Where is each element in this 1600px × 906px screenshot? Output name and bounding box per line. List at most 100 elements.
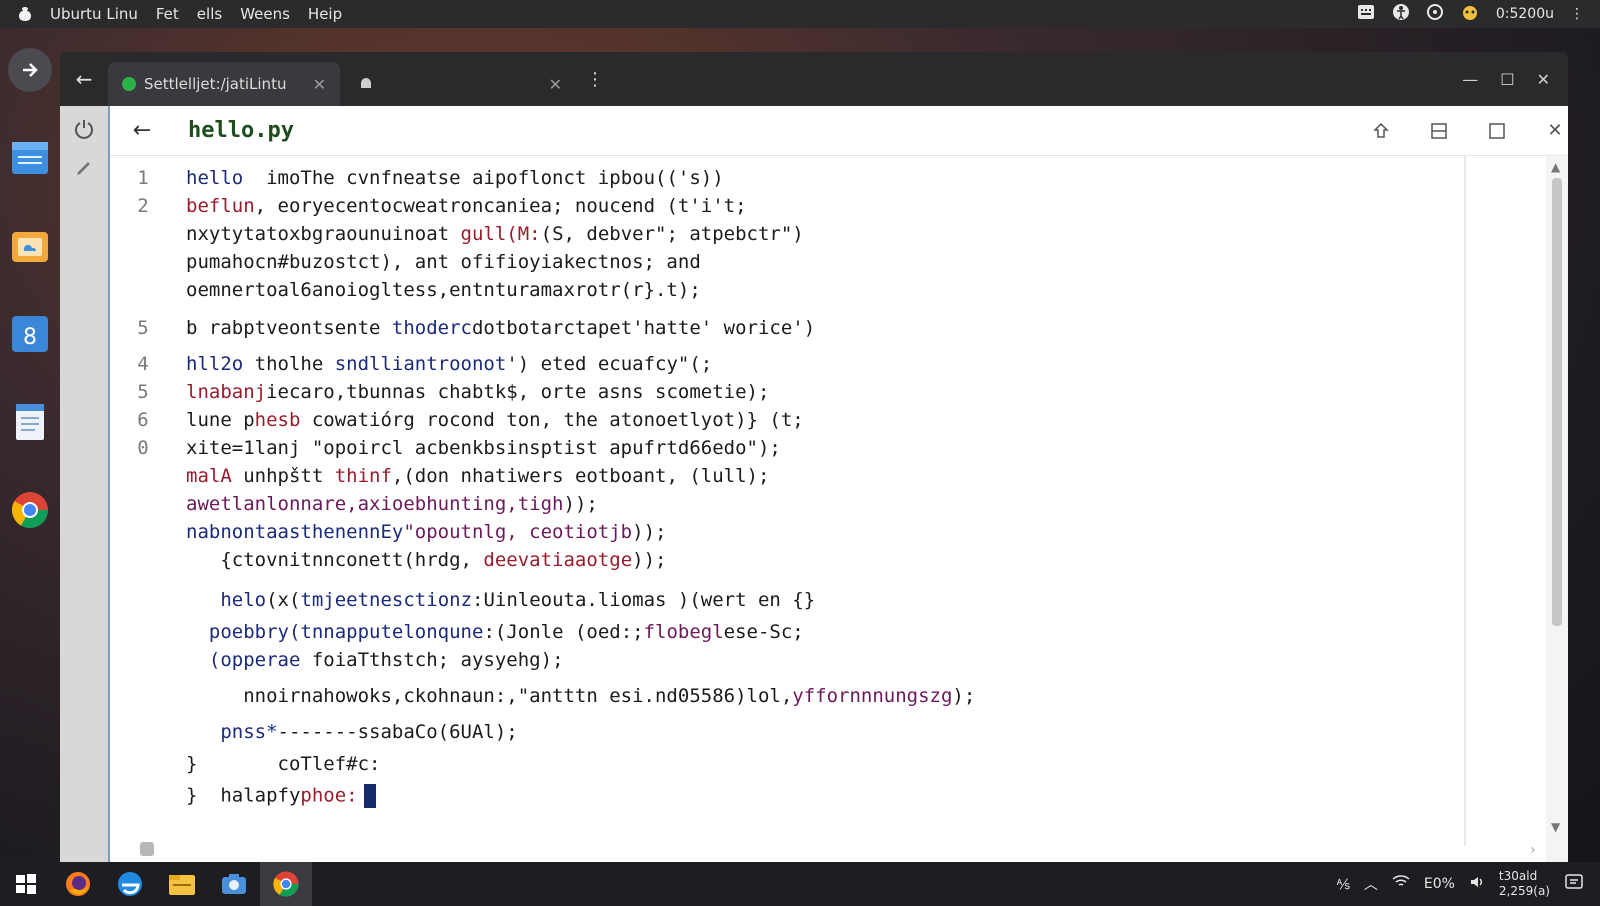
code-token: sndlliantroonot (334, 353, 507, 375)
more-tabs-icon[interactable]: ⋮ (580, 52, 610, 106)
edge-icon[interactable] (104, 862, 156, 906)
volume-icon[interactable] (1469, 875, 1485, 893)
editor-back-icon[interactable]: ← (110, 118, 174, 143)
dock: 8 (0, 28, 60, 862)
scroll-up-icon[interactable]: ▲ (1551, 160, 1560, 174)
code-token: pumahocn#buzostct), ant ofifioyiakectnos… (186, 251, 701, 273)
camera-icon[interactable] (208, 862, 260, 906)
code-token: flobegl (643, 621, 724, 643)
code-line[interactable]: } halapfyphoe: (110, 782, 376, 810)
tab-close-icon-2[interactable]: ✕ (549, 75, 562, 94)
code-line[interactable]: pnss*-------ssabaCo(6UAl); (110, 718, 517, 746)
maximize-icon[interactable]: ☐ (1500, 70, 1514, 89)
network-icon[interactable] (1426, 3, 1444, 25)
notification-center-icon[interactable] (1564, 873, 1584, 895)
scroll-down-icon[interactable]: ▼ (1551, 820, 1560, 834)
software-center-icon[interactable]: 8 (8, 312, 52, 356)
menu-item-edit[interactable]: ells (197, 5, 222, 23)
code-token: unhpštt (231, 465, 335, 487)
code-token: lune p (186, 409, 255, 431)
power-icon[interactable] (73, 118, 95, 144)
tab-second[interactable]: ✕ (344, 62, 576, 106)
clock[interactable]: 0:5200u (1496, 6, 1554, 22)
tab-close-icon[interactable]: ✕ (313, 75, 326, 94)
code-line[interactable]: {ctovnitnnconett(hrdg, deevatiaaotge)); (110, 546, 666, 574)
split-view-icon[interactable] (1428, 120, 1450, 142)
minimize-icon[interactable]: — (1462, 70, 1478, 89)
vertical-scrollbar[interactable]: ▲ ▼ (1546, 156, 1568, 862)
back-arrow-icon[interactable]: ← (60, 52, 108, 106)
code-token: awetlanlonnare,axioebhunting,tigh (186, 493, 564, 515)
code-line[interactable]: nnoirnahowoks,ckohnaun:,"antttn esi.nd05… (110, 682, 975, 710)
line-text: {ctovnitnnconett(hrdg, deevatiaaotge)); (176, 549, 666, 571)
code-area[interactable]: 1 hello imoThe cvnfneatse aipoflonct ipbo… (110, 164, 1460, 834)
code-line[interactable]: 0 xite=1lanj "opoircl acbenkbsinsptist ap… (110, 434, 781, 462)
maximize-editor-icon[interactable] (1486, 120, 1508, 142)
code-line[interactable]: 5 lnabanjiecaro,tbunnas chabtk$, orte asn… (110, 378, 769, 406)
code-line[interactable]: malA unhpštt thinf,(don nhatiwers eotboa… (110, 462, 769, 490)
close-window-icon[interactable]: ✕ (1537, 70, 1550, 89)
menu-item-help[interactable]: Heip (308, 5, 342, 23)
line-text: pumahocn#buzostct), ant ofifioyiakectnos… (176, 251, 701, 273)
code-line[interactable]: poebbry(tnnapputelonqune:(Jonle (oed:;fl… (110, 618, 804, 646)
code-token: :Uinleouta.liomas )(wert en {} (472, 589, 816, 611)
line-number: 6 (137, 409, 149, 431)
menu-item-app[interactable]: Uburtu Linu (50, 5, 138, 23)
accessibility-icon[interactable] (1392, 3, 1410, 25)
wifi-icon[interactable] (1392, 875, 1410, 893)
notification-icon[interactable] (1460, 3, 1480, 25)
chrome-icon[interactable] (8, 488, 52, 532)
code-line[interactable]: 2 beflun, eoryecentocweatroncaniea; nouce… (110, 192, 746, 220)
code-line[interactable]: oemnertoal6anoiogltess,entnturamaxrotr(r… (110, 276, 701, 304)
line-number: 2 (137, 195, 149, 217)
scroll-right-icon[interactable]: › (1530, 842, 1536, 858)
start-icon[interactable] (0, 862, 52, 906)
close-editor-icon[interactable]: ✕ (1544, 120, 1566, 142)
code-line[interactable]: 6 lune phesb cowatiórg rocond ton, the at… (110, 406, 804, 434)
show-apps-icon[interactable] (8, 48, 52, 92)
files-icon[interactable] (8, 224, 52, 268)
system-menu-icon[interactable]: ⋮ (1570, 6, 1584, 22)
code-token: } coTlef#c: (186, 753, 381, 775)
code-line[interactable]: 4 hll2o tholhe sndlliantroonot') eted ecu… (110, 350, 712, 378)
top-menu-bar: Uburtu Linu Fet ells Weens Heip 0:5200u … (0, 0, 1600, 28)
system-logo-icon[interactable] (0, 5, 50, 23)
code-line[interactable]: awetlanlonnare,axioebhunting,tigh)); (110, 490, 598, 518)
menu-item-file[interactable]: Fet (156, 5, 179, 23)
code-line[interactable]: 1 hello imoThe cvnfneatse aipoflonct ipbo… (110, 164, 723, 192)
code-line[interactable]: (opperae foiaTthstch; aysyehg); (110, 646, 564, 674)
code-line[interactable]: pumahocn#buzostct), ant ofifioyiakectnos… (110, 248, 701, 276)
code-token: nnoirnahowoks,ckohnaun:,"antttn esi.nd05… (186, 685, 793, 707)
document-viewer-icon[interactable] (8, 400, 52, 444)
code-line[interactable]: nxytytatoxbgraounuinoat gull(M:(S, debve… (110, 220, 804, 248)
line-text: lune phesb cowatiórg rocond ton, the ato… (176, 409, 804, 431)
input-method-icon[interactable]: ⅍ (1337, 876, 1350, 893)
show-hidden-icons-icon[interactable]: ︿ (1364, 874, 1378, 894)
text-editor-icon[interactable] (8, 136, 52, 180)
code-token: tholhe (243, 353, 335, 375)
horizontal-scroll-handle[interactable] (140, 842, 154, 856)
battery-status[interactable]: E0% (1424, 876, 1455, 892)
pen-icon[interactable] (74, 158, 94, 182)
file-explorer-icon[interactable] (156, 862, 208, 906)
taskbar-clock[interactable]: t30ald 2,259(a) (1499, 869, 1550, 899)
menu-item-view[interactable]: Weens (240, 5, 290, 23)
tab-active[interactable]: Settlelljet:/jatiLintu ✕ (108, 62, 340, 106)
code-line[interactable]: helo(x(tmjeetnesctionz:Uinleouta.liomas … (110, 586, 815, 614)
code-line[interactable]: 5 b rabptveontsente thodercdotbotarctapet… (110, 314, 815, 342)
scroll-thumb[interactable] (1552, 178, 1562, 626)
code-line[interactable]: nabnontaasthenennEy"opoutnlg, ceotiotjb)… (110, 518, 666, 546)
taskbar-time: t30ald (1498, 869, 1538, 883)
code-token: ese-Sc; (723, 621, 804, 643)
code-token: :(Jonle (oed:; (483, 621, 644, 643)
keyboard-icon[interactable] (1356, 3, 1376, 25)
code-token: (x( (266, 589, 301, 611)
chrome-taskbar-icon[interactable] (260, 862, 312, 906)
code-line[interactable]: } coTlef#c: (110, 750, 380, 778)
firefox-icon[interactable] (52, 862, 104, 906)
line-text: (opperae foiaTthstch; aysyehg); (176, 649, 564, 671)
system-tray: ⅍ ︿ E0% t30ald 2,259(a) (1337, 869, 1600, 899)
share-icon[interactable] (1370, 120, 1392, 142)
code-token: b rabptveontsente (186, 317, 392, 339)
